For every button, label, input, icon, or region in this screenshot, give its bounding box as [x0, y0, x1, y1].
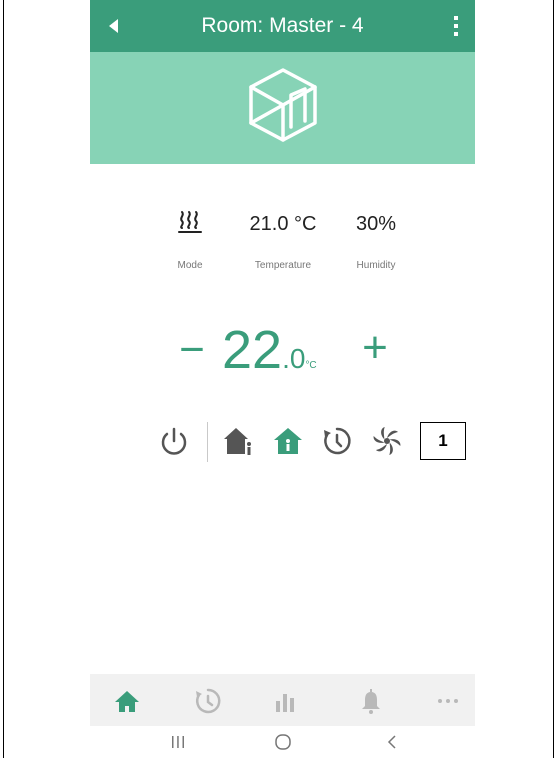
- back-arrow-icon[interactable]: [106, 17, 122, 35]
- frame-right-border: [553, 0, 554, 758]
- power-icon[interactable]: [157, 424, 191, 458]
- back-icon[interactable]: [382, 732, 402, 752]
- recents-icon[interactable]: [168, 732, 188, 752]
- room-icon: [249, 68, 317, 142]
- bell-icon[interactable]: [356, 686, 386, 716]
- setpoint-control: − 22.0°C +: [90, 318, 475, 388]
- increase-setpoint-button[interactable]: +: [357, 322, 393, 374]
- bottom-navigation: [90, 674, 475, 726]
- setpoint-unit: °C: [305, 360, 317, 371]
- mode-controls-row: 1: [90, 420, 475, 466]
- room-hero-banner: [90, 52, 475, 164]
- home-mode-icon[interactable]: [271, 424, 305, 458]
- home-icon[interactable]: [112, 686, 142, 716]
- stats-icon[interactable]: [270, 686, 300, 716]
- phone-screen: Room: Master - 4 Mode 21.0 °C Temperatur…: [90, 0, 475, 758]
- controls-divider: [207, 422, 208, 462]
- decrease-setpoint-button[interactable]: −: [174, 324, 210, 376]
- fan-icon[interactable]: [370, 424, 404, 458]
- kebab-menu-icon[interactable]: [451, 14, 461, 38]
- page-title: Room: Master - 4: [201, 14, 364, 37]
- schedule-icon[interactable]: [320, 424, 354, 458]
- frame-left-border: [3, 0, 4, 758]
- callout-label: 1: [420, 422, 466, 460]
- humidity-stat: 30% Humidity: [321, 208, 431, 271]
- app-bar: Room: Master - 4: [90, 0, 475, 52]
- setpoint-decimal: .0: [282, 343, 306, 374]
- home-button-icon[interactable]: [273, 732, 293, 752]
- setpoint-display: 22.0°C: [222, 318, 352, 388]
- humidity-label: Humidity: [356, 260, 396, 271]
- clock-icon[interactable]: [193, 686, 223, 716]
- heating-icon: [178, 211, 202, 233]
- system-navigation-bar: [90, 726, 475, 758]
- humidity-value: 30%: [355, 213, 397, 235]
- home-info-icon[interactable]: [221, 424, 255, 458]
- more-icon[interactable]: [433, 686, 463, 716]
- setpoint-integer: 22: [222, 320, 283, 380]
- status-panel: Mode 21.0 °C Temperature 30% Humidity: [90, 208, 475, 288]
